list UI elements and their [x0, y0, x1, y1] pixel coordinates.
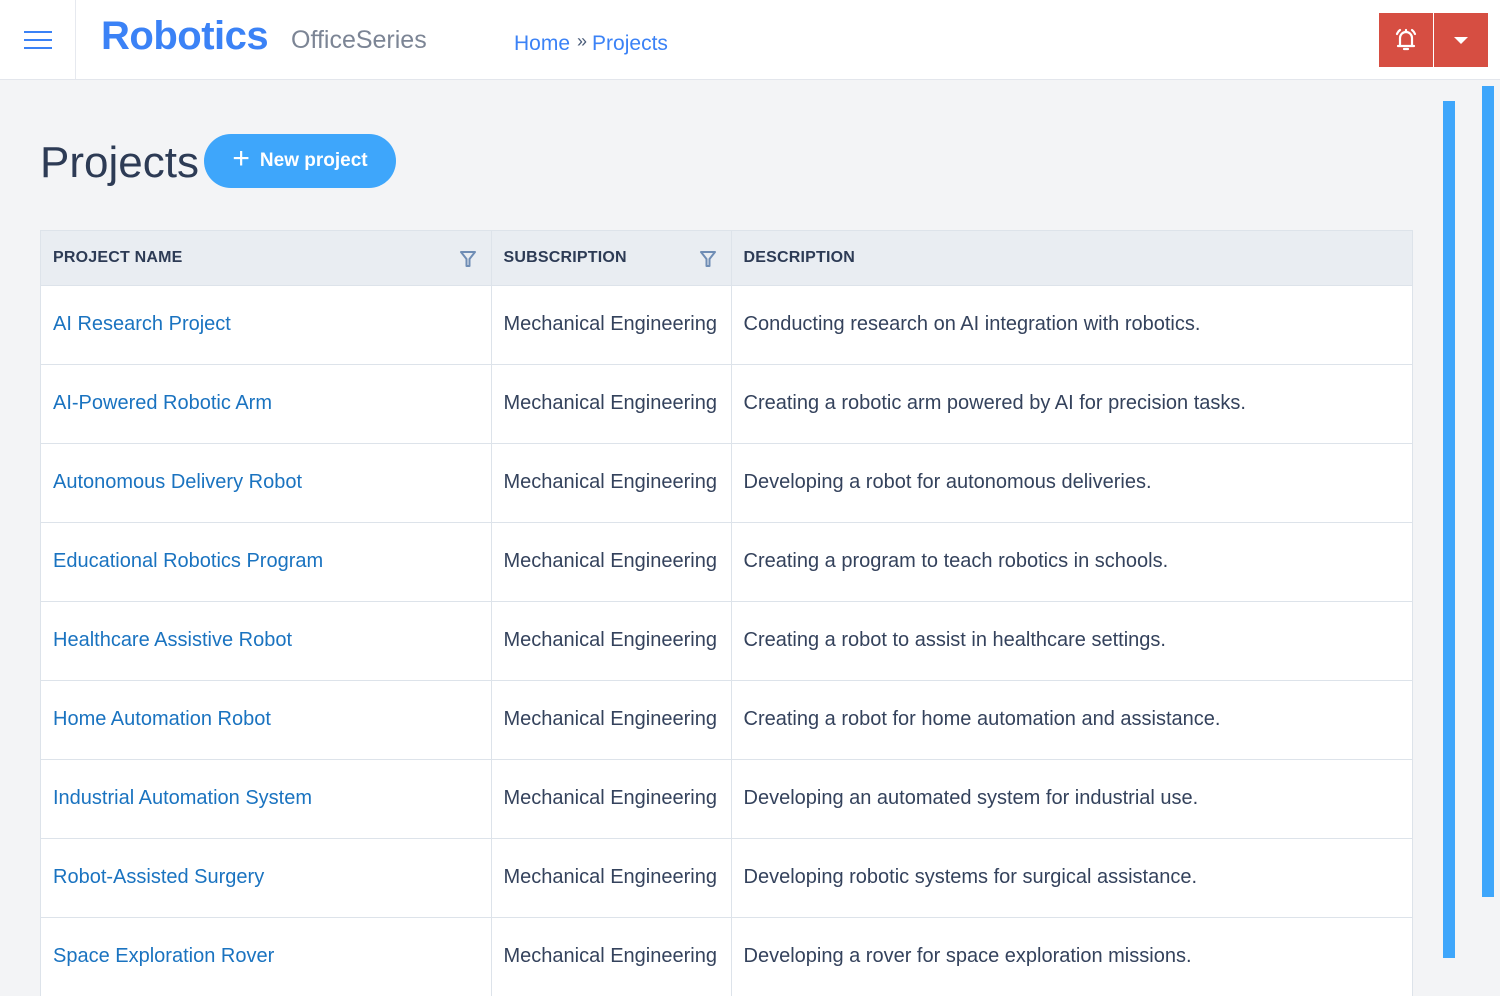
project-link[interactable]: Healthcare Assistive Robot: [53, 629, 292, 651]
column-header-subscription[interactable]: SUBSCRIPTION: [491, 231, 732, 285]
scrollbar-thumb[interactable]: [1443, 101, 1455, 958]
caret-down-icon: [1454, 36, 1468, 44]
cell-subscription: Mechanical Engineering: [491, 916, 732, 996]
breadcrumb-separator: »: [577, 30, 588, 51]
projects-table: PROJECT NAME SUBSCRIPTION DESCRIPTION AI…: [40, 230, 1413, 996]
project-link[interactable]: Home Automation Robot: [53, 708, 271, 730]
cell-description: Creating a robot for home automation and…: [731, 679, 1412, 759]
app-subbrand: OfficeSeries: [291, 26, 427, 54]
filter-icon[interactable]: [699, 250, 717, 268]
scrollbar-thumb-outer[interactable]: [1482, 86, 1494, 897]
cell-subscription: Mechanical Engineering: [491, 758, 732, 838]
cell-description: Conducting research on AI integration wi…: [731, 284, 1412, 364]
table-header-row: PROJECT NAME SUBSCRIPTION DESCRIPTION: [41, 231, 1412, 285]
app-brand[interactable]: Robotics: [101, 14, 269, 59]
breadcrumb-home[interactable]: Home: [514, 32, 570, 56]
cell-subscription: Mechanical Engineering: [491, 442, 732, 522]
table-row[interactable]: Autonomous Delivery Robot Mechanical Engi…: [41, 442, 1412, 522]
table-row[interactable]: Robot-Assisted Surgery Mechanical Enginee…: [41, 837, 1412, 917]
column-header-project-name[interactable]: PROJECT NAME: [41, 231, 492, 285]
cell-description: Developing an automated system for indus…: [731, 758, 1412, 838]
table-row[interactable]: Healthcare Assistive Robot Mechanical Eng…: [41, 600, 1412, 680]
column-label: PROJECT NAME: [53, 248, 183, 266]
table-row[interactable]: Educational Robotics Program Mechanical E…: [41, 521, 1412, 601]
table-row[interactable]: Space Exploration Rover Mechanical Engine…: [41, 916, 1412, 996]
project-link[interactable]: Robot-Assisted Surgery: [53, 866, 264, 888]
cell-subscription: Mechanical Engineering: [491, 600, 732, 680]
cell-description: Creating a robotic arm powered by AI for…: [731, 363, 1412, 443]
cell-description: Developing robotic systems for surgical …: [731, 837, 1412, 917]
project-link[interactable]: Educational Robotics Program: [53, 550, 323, 572]
cell-project-name: Space Exploration Rover: [41, 916, 492, 996]
cell-description: Creating a program to teach robotics in …: [731, 521, 1412, 601]
cell-description: Creating a robot to assist in healthcare…: [731, 600, 1412, 680]
hamburger-icon: [23, 30, 52, 49]
project-link[interactable]: AI-Powered Robotic Arm: [53, 392, 272, 414]
project-link[interactable]: Industrial Automation System: [53, 787, 312, 809]
main-content: Projects + New project PROJECT NAME SUBS…: [0, 80, 1500, 996]
cell-project-name: Industrial Automation System: [41, 758, 492, 838]
cell-subscription: Mechanical Engineering: [491, 837, 732, 917]
column-label: SUBSCRIPTION: [503, 248, 627, 266]
breadcrumb: Home » Projects: [514, 30, 668, 56]
new-project-button[interactable]: + New project: [204, 134, 396, 188]
filter-icon[interactable]: [459, 250, 477, 268]
project-link[interactable]: AI Research Project: [53, 313, 231, 335]
cell-description: Developing a robot for autonomous delive…: [731, 442, 1412, 522]
table-row[interactable]: Home Automation Robot Mechanical Engineer…: [41, 679, 1412, 759]
cell-subscription: Mechanical Engineering: [491, 679, 732, 759]
cell-project-name: Healthcare Assistive Robot: [41, 600, 492, 680]
new-project-label: New project: [259, 150, 368, 171]
cell-project-name: Educational Robotics Program: [41, 521, 492, 601]
breadcrumb-projects[interactable]: Projects: [592, 32, 668, 56]
bell-ringing-icon: [1395, 28, 1417, 51]
page-title: Projects: [40, 138, 199, 187]
cell-subscription: Mechanical Engineering: [491, 284, 732, 364]
cell-subscription: Mechanical Engineering: [491, 521, 732, 601]
top-navbar: Robotics OfficeSeries Home » Projects: [0, 0, 1500, 80]
cell-project-name: AI-Powered Robotic Arm: [41, 363, 492, 443]
cell-subscription: Mechanical Engineering: [491, 363, 732, 443]
cell-project-name: Home Automation Robot: [41, 679, 492, 759]
menu-toggle-button[interactable]: [0, 0, 76, 79]
plus-icon: +: [232, 142, 250, 175]
table-row[interactable]: AI-Powered Robotic Arm Mechanical Enginee…: [41, 363, 1412, 443]
cell-description: Developing a rover for space exploration…: [731, 916, 1412, 996]
cell-project-name: Autonomous Delivery Robot: [41, 442, 492, 522]
alert-button-group: [1379, 13, 1488, 67]
column-label: DESCRIPTION: [743, 248, 856, 266]
cell-project-name: Robot-Assisted Surgery: [41, 837, 492, 917]
project-link[interactable]: Autonomous Delivery Robot: [53, 471, 302, 493]
column-header-description: DESCRIPTION: [731, 231, 1412, 285]
alert-dropdown-button[interactable]: [1433, 13, 1488, 67]
table-row[interactable]: Industrial Automation System Mechanical E…: [41, 758, 1412, 838]
table-row[interactable]: AI Research Project Mechanical Engineerin…: [41, 284, 1412, 364]
project-link[interactable]: Space Exploration Rover: [53, 945, 274, 967]
notifications-button[interactable]: [1379, 13, 1433, 67]
cell-project-name: AI Research Project: [41, 284, 492, 364]
